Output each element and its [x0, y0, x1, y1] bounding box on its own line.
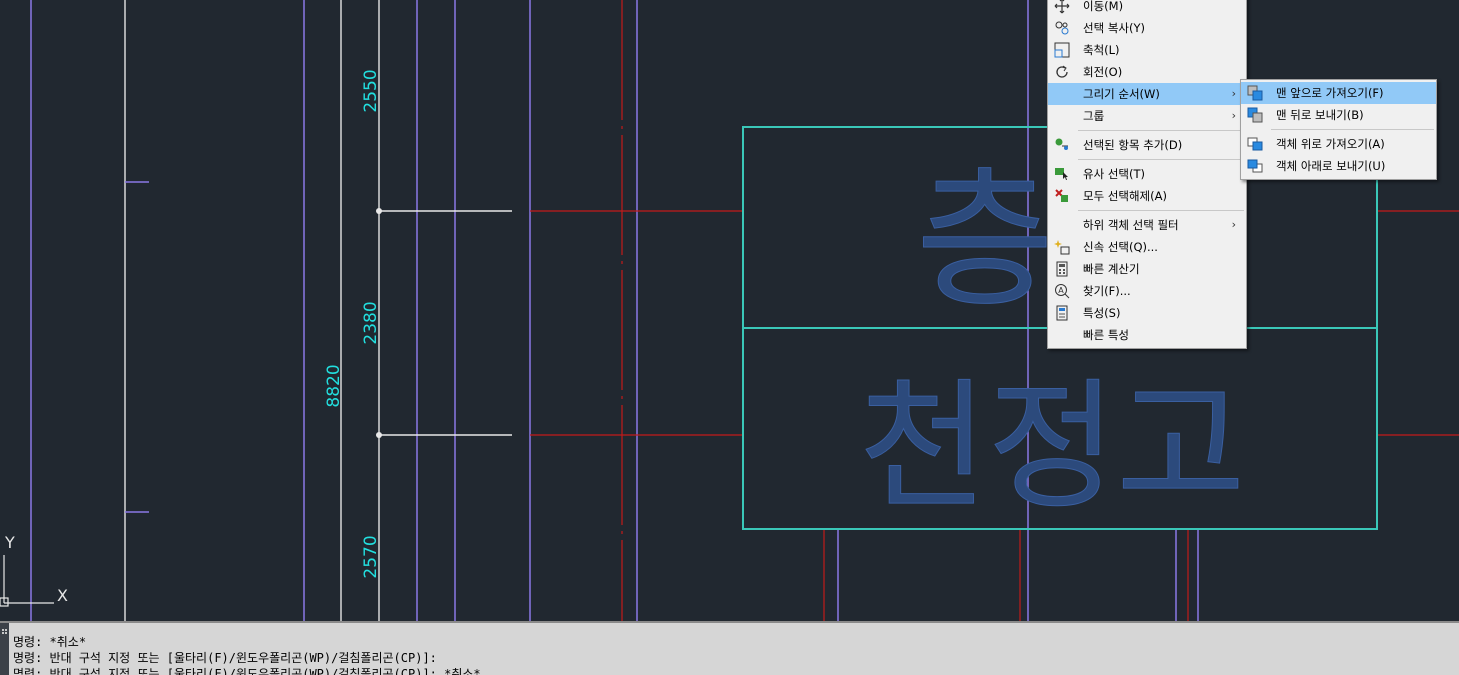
menu-item-add-selected[interactable]: 선택된 항목 추가(D) [1048, 134, 1246, 156]
menu-label: 축척(L) [1083, 43, 1120, 57]
submenu-item-send-to-back[interactable]: 맨 뒤로 보내기(B) [1241, 104, 1436, 126]
room-label-floor[interactable]: 층 [915, 154, 1054, 329]
menu-item-select-similar[interactable]: 유사 선택(T) [1048, 163, 1246, 185]
menu-label: 맨 뒤로 보내기(B) [1276, 108, 1364, 122]
ucs-y-label: Y [4, 533, 15, 552]
ucs-x-label: X [57, 586, 68, 605]
menu-label: 맨 앞으로 가져오기(F) [1276, 86, 1384, 100]
menu-label: 객체 아래로 보내기(U) [1276, 159, 1386, 173]
command-history-line: 명령: 반대 구석 지정 또는 [울타리(F)/윈도우폴리곤(WP)/걸침폴리곤… [13, 651, 437, 665]
menu-item-draw-order[interactable]: 그리기 순서(W) › [1048, 83, 1246, 105]
command-line-history[interactable]: 명령: *취소* 명령: 반대 구석 지정 또는 [울타리(F)/윈도우폴리곤(… [0, 621, 1459, 675]
calculator-icon [1056, 261, 1068, 277]
menu-separator [1078, 159, 1244, 160]
menu-label: 모두 선택해제(A) [1083, 189, 1167, 203]
menu-item-find[interactable]: A 찾기(F)... [1048, 280, 1246, 302]
submenu-item-bring-to-front[interactable]: 맨 앞으로 가져오기(F) [1241, 82, 1436, 104]
bring-to-front-icon [1247, 85, 1263, 101]
command-history-line: 명령: 반대 구석 지정 또는 [울타리(F)/윈도우폴리곤(WP)/걸침폴리곤… [13, 667, 481, 675]
menu-item-subobject-filter[interactable]: 하위 객체 선택 필터 › [1048, 214, 1246, 236]
select-similar-icon [1055, 168, 1068, 180]
menu-label: 하위 객체 선택 필터 [1083, 218, 1179, 232]
draw-order-submenu: 맨 앞으로 가져오기(F) 맨 뒤로 보내기(B) 객체 위로 가져오기(A) … [1240, 79, 1437, 180]
command-line-grip[interactable] [0, 623, 9, 675]
menu-label: 찾기(F)... [1083, 284, 1131, 298]
menu-label: 빠른 특성 [1083, 328, 1129, 342]
deselect-all-icon [1055, 189, 1068, 202]
menu-label: 유사 선택(T) [1083, 167, 1145, 181]
chevron-right-icon: › [1231, 218, 1236, 231]
dimension-text-total[interactable]: 8820 [324, 364, 344, 407]
submenu-item-send-under-objects[interactable]: 객체 아래로 보내기(U) [1241, 155, 1436, 177]
menu-label: 신속 선택(Q)... [1083, 240, 1158, 254]
menu-item-scale[interactable]: 축척(L) [1048, 39, 1246, 61]
command-history-line: 명령: *취소* [13, 635, 87, 649]
menu-item-properties[interactable]: 특성(S) [1048, 302, 1246, 324]
svg-text:A: A [1058, 286, 1064, 295]
properties-icon [1056, 305, 1068, 321]
dimension-text[interactable]: 2550 [361, 69, 381, 112]
scale-icon [1054, 42, 1070, 58]
dimension-text[interactable]: 2380 [361, 301, 381, 344]
dimension-node [376, 432, 382, 438]
menu-item-quick-calculator[interactable]: 빠른 계산기 [1048, 258, 1246, 280]
room-label-ceiling-height[interactable]: 천정고 [858, 366, 1245, 530]
menu-separator [1078, 130, 1244, 131]
menu-label: 그리기 순서(W) [1083, 87, 1160, 101]
menu-item-copy-selection[interactable]: 선택 복사(Y) [1048, 17, 1246, 39]
send-under-objects-icon [1247, 159, 1263, 173]
find-icon: A [1055, 284, 1070, 299]
move-icon [1054, 0, 1070, 14]
menu-label: 선택 복사(Y) [1083, 21, 1145, 35]
menu-item-quick-select[interactable]: 신속 선택(Q)... [1048, 236, 1246, 258]
menu-separator [1078, 210, 1244, 211]
menu-separator [1271, 129, 1434, 130]
menu-item-deselect-all[interactable]: 모두 선택해제(A) [1048, 185, 1246, 207]
submenu-item-bring-above-objects[interactable]: 객체 위로 가져오기(A) [1241, 133, 1436, 155]
menu-label: 선택된 항목 추가(D) [1083, 138, 1183, 152]
copy-selection-icon [1055, 21, 1069, 35]
menu-item-group[interactable]: 그룹 › [1048, 105, 1246, 127]
add-selected-icon [1055, 138, 1068, 150]
menu-item-quick-properties[interactable]: 빠른 특성 [1048, 324, 1246, 346]
rotate-icon [1056, 65, 1068, 78]
menu-label: 빠른 계산기 [1083, 262, 1140, 276]
quick-select-icon [1054, 240, 1070, 255]
chevron-right-icon: › [1231, 87, 1236, 100]
bring-above-objects-icon [1247, 137, 1263, 151]
dimension-node [376, 208, 382, 214]
menu-label: 회전(O) [1083, 65, 1123, 79]
menu-label: 그룹 [1083, 109, 1105, 123]
menu-label: 이동(M) [1083, 0, 1124, 13]
send-to-back-icon [1247, 107, 1263, 123]
menu-label: 객체 위로 가져오기(A) [1276, 137, 1385, 151]
chevron-right-icon: › [1231, 109, 1236, 122]
menu-label: 특성(S) [1083, 306, 1121, 320]
menu-item-rotate[interactable]: 회전(O) [1048, 61, 1246, 83]
menu-item-move[interactable]: 이동(M) [1048, 0, 1246, 17]
context-menu: 이동(M) 선택 복사(Y) 축척(L) 회전(O) 그리기 순서(W) › 그… [1047, 0, 1247, 349]
dimension-text[interactable]: 2570 [361, 535, 381, 578]
